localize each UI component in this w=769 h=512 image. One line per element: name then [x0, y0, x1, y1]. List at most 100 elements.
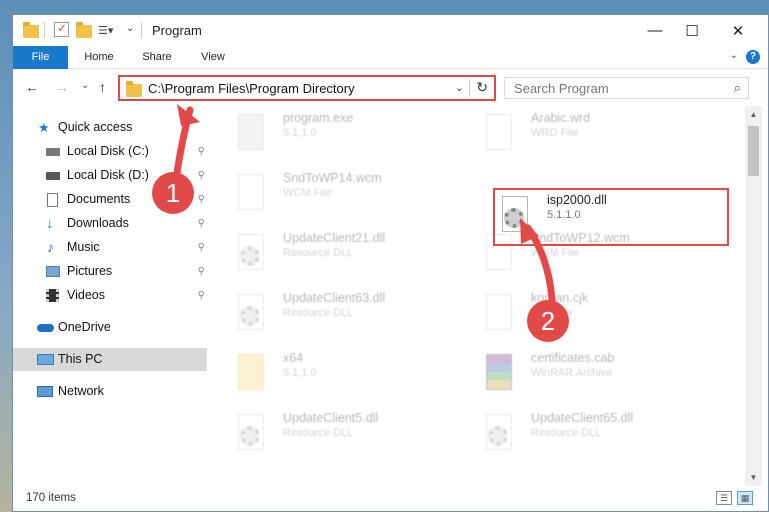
- sidebar-item-label: Quick access: [58, 120, 133, 134]
- file-item-program-exe[interactable]: program.exe 5.1.1.0: [213, 106, 453, 162]
- file-item-updateclient63[interactable]: UpdateClient63.dll Resource DLL: [213, 286, 453, 342]
- tab-home[interactable]: Home: [73, 46, 125, 69]
- pin-icon: ⚲: [197, 146, 205, 157]
- dll-gear-icon: [233, 292, 267, 334]
- file-detail: Resource DLL: [283, 247, 354, 259]
- drive-icon: [46, 172, 60, 180]
- sidebar-item-label: OneDrive: [58, 320, 111, 334]
- search-input[interactable]: Search Program ⌕: [504, 77, 749, 99]
- customize-toolbar-icon[interactable]: ⌄: [126, 23, 134, 41]
- file-name: certificates.cab: [531, 351, 615, 365]
- archive-icon: [481, 352, 515, 394]
- tab-file[interactable]: File: [13, 46, 68, 69]
- chevron-down-icon[interactable]: ⌄: [455, 81, 464, 94]
- address-bar[interactable]: C:\Program Files\Program Directory ⌄ ↻: [118, 75, 496, 101]
- folder-icon: [126, 81, 142, 97]
- file-item-updateclient21[interactable]: UpdateClient21.dll Resource DLL: [213, 226, 453, 282]
- sidebar-item-label: This PC: [58, 352, 103, 366]
- file-item-korean-cjk[interactable]: korean.cjk CJK File: [461, 286, 701, 342]
- dll-gear-icon: [233, 232, 267, 274]
- refresh-icon[interactable]: ↻: [476, 79, 488, 96]
- computer-icon: [37, 354, 54, 365]
- file-name: SndToWP14.wcm: [283, 171, 382, 185]
- recent-locations-button[interactable]: ⌄: [81, 80, 89, 91]
- sidebar-item-network[interactable]: Network: [13, 380, 207, 403]
- properties-icon[interactable]: ✓: [54, 21, 69, 37]
- step-1-badge: 1: [152, 172, 194, 214]
- scroll-down-icon[interactable]: ▼: [745, 469, 762, 486]
- sidebar-item-label: Network: [58, 384, 104, 398]
- network-icon: [37, 386, 53, 397]
- search-icon[interactable]: ⌕: [734, 80, 741, 96]
- vertical-scrollbar[interactable]: ▲ ▼: [745, 106, 762, 486]
- sidebar-item-downloads[interactable]: ↓ Downloads ⚲: [13, 212, 207, 235]
- documents-icon: [47, 193, 58, 207]
- videos-icon: [46, 289, 59, 302]
- sidebar-item-label: Music: [67, 240, 100, 254]
- pin-icon: ⚲: [197, 242, 205, 253]
- pin-icon: ⚲: [197, 290, 205, 301]
- pin-icon: ⚲: [197, 194, 205, 205]
- file-item-arabic-wrd[interactable]: Arabic.wrd WRD File: [461, 106, 701, 162]
- file-item-certificates-cab[interactable]: certificates.cab WinRAR Archive: [461, 346, 701, 402]
- folder-icon: [233, 352, 267, 394]
- navigation-bar: ← → ⌄ ↑ C:\Program Files\Program Directo…: [13, 70, 768, 106]
- explorer-window: ✓ ☰▾ ⌄ Program — ☐ ✕ File Home Share Vie…: [12, 14, 769, 512]
- window-title: Program: [152, 23, 202, 38]
- sidebar-item-label: Local Disk (D:): [67, 168, 149, 182]
- large-icons-view-icon[interactable]: ▦: [737, 491, 753, 505]
- file-item-x64[interactable]: x64 5.1.1.0: [213, 346, 453, 402]
- sidebar-item-label: Local Disk (C:): [67, 144, 149, 158]
- view-options-icon[interactable]: ☰▾: [98, 24, 113, 42]
- sidebar-item-onedrive[interactable]: OneDrive: [13, 316, 207, 339]
- navigation-pane: ★ Quick access Local Disk (C:) ⚲ Local D…: [13, 106, 207, 486]
- step-2-badge: 2: [527, 300, 569, 342]
- ribbon-tabs: File Home Share View ⌄ ?: [13, 46, 768, 69]
- search-placeholder[interactable]: Search Program: [514, 81, 609, 96]
- sidebar-item-this-pc[interactable]: This PC: [13, 348, 207, 371]
- file-item-updateclient65[interactable]: UpdateClient65.dll Resource DLL: [461, 406, 701, 462]
- file-detail: Resource DLL: [531, 427, 602, 439]
- pictures-icon: [46, 266, 60, 277]
- file-name: Arabic.wrd: [531, 111, 591, 125]
- close-button[interactable]: ✕: [715, 15, 761, 46]
- file-item-sndtowp14[interactable]: SndToWP14.wcm WCM File: [213, 166, 453, 222]
- expand-ribbon-icon[interactable]: ⌄: [730, 50, 738, 61]
- sidebar-item-pictures[interactable]: Pictures ⚲: [13, 260, 207, 283]
- music-icon: ♪: [47, 239, 54, 255]
- tab-share[interactable]: Share: [131, 46, 183, 69]
- scroll-up-icon[interactable]: ▲: [745, 106, 762, 123]
- address-path[interactable]: C:\Program Files\Program Directory: [148, 81, 355, 96]
- sidebar-item-label: Videos: [67, 288, 105, 302]
- up-button[interactable]: ↑: [99, 79, 106, 95]
- sidebar-item-videos[interactable]: Videos ⚲: [13, 284, 207, 307]
- scroll-thumb[interactable]: [748, 126, 759, 176]
- divider: [141, 22, 142, 38]
- back-button[interactable]: ←: [25, 79, 39, 95]
- status-bar: 170 items ☰ ▦: [13, 486, 768, 511]
- file-name: UpdateClient21.dll: [283, 231, 386, 245]
- sidebar-item-label: Documents: [67, 192, 131, 206]
- document-icon: [481, 112, 515, 154]
- sidebar-item-quick-access[interactable]: ★ Quick access: [13, 116, 207, 139]
- file-detail: WCM File: [531, 247, 580, 259]
- star-icon: ★: [38, 120, 50, 135]
- file-item-updateclient5[interactable]: UpdateClient5.dll Resource DLL: [213, 406, 453, 462]
- file-detail: 5.1.1.0: [283, 127, 317, 139]
- details-view-icon[interactable]: ☰: [716, 491, 732, 505]
- document-icon: [481, 292, 515, 334]
- file-name: UpdateClient65.dll: [531, 411, 634, 425]
- divider: [469, 79, 470, 97]
- sidebar-item-label: Downloads: [67, 216, 129, 230]
- divider: [44, 22, 45, 38]
- file-name: program.exe: [283, 111, 354, 125]
- tab-view[interactable]: View: [187, 46, 239, 69]
- sidebar-item-local-disk-c[interactable]: Local Disk (C:) ⚲: [13, 140, 207, 163]
- title-bar: ✓ ☰▾ ⌄ Program — ☐ ✕: [13, 15, 768, 46]
- maximize-button[interactable]: ☐: [669, 15, 715, 46]
- item-count: 170 items: [26, 492, 76, 504]
- forward-button[interactable]: →: [55, 79, 69, 95]
- help-icon[interactable]: ?: [746, 50, 760, 64]
- sidebar-item-music[interactable]: ♪ Music ⚲: [13, 236, 207, 259]
- document-icon: [233, 172, 267, 214]
